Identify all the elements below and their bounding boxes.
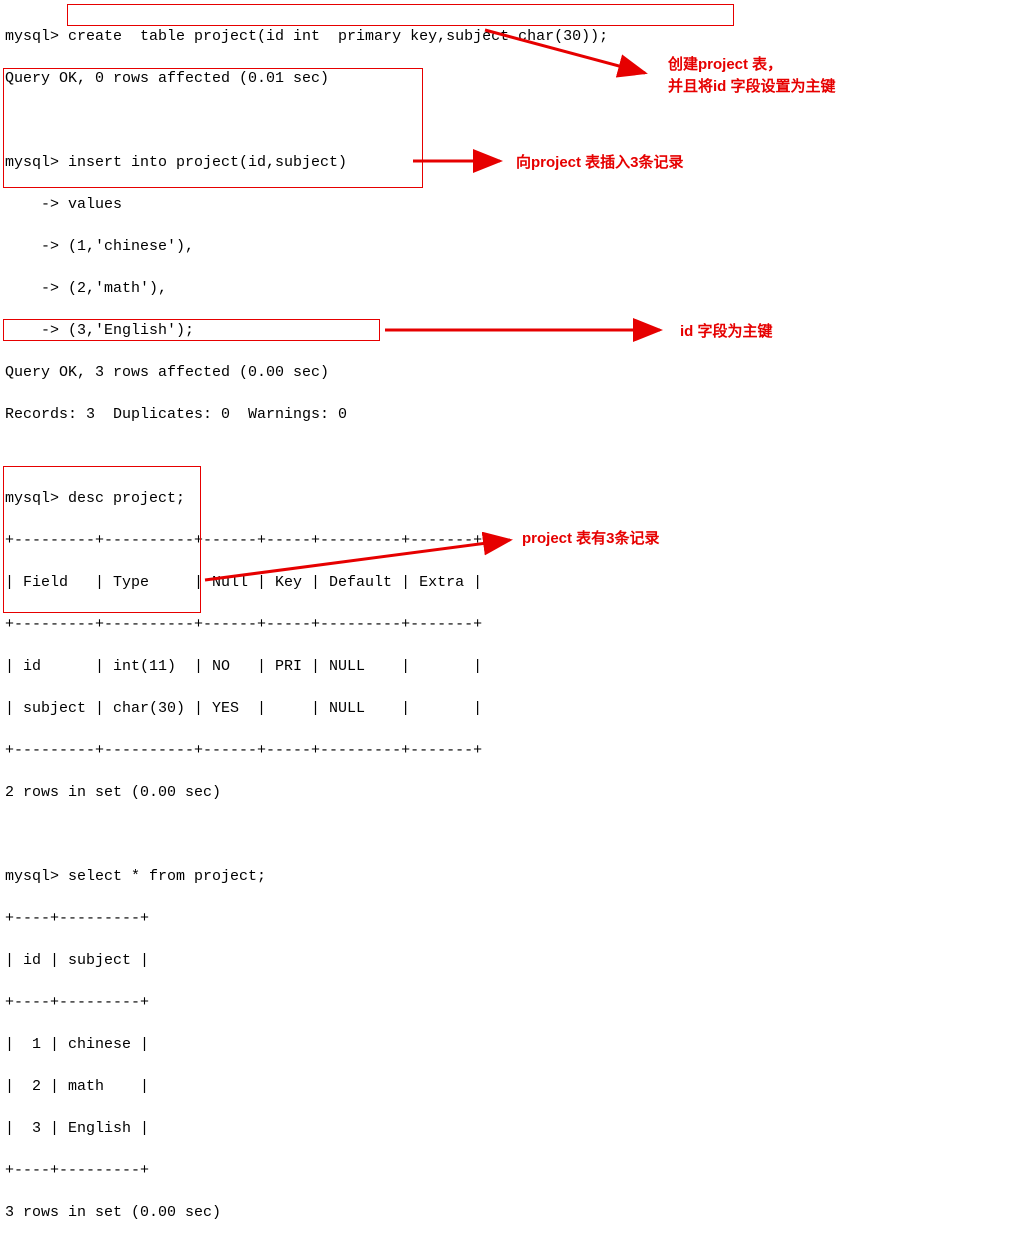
code-line: | 2 | math | xyxy=(5,1076,1026,1097)
annotation-insert: 向project 表插入3条记录 xyxy=(516,152,684,173)
code-line: Records: 3 Duplicates: 0 Warnings: 0 xyxy=(5,404,1026,425)
code-line: +---------+----------+------+-----+-----… xyxy=(5,740,1026,761)
code-line: -> (3,'English'); xyxy=(5,320,1026,341)
code-line: -> (1,'chinese'), xyxy=(5,236,1026,257)
code-line: | id | int(11) | NO | PRI | NULL | | xyxy=(5,656,1026,677)
annotation-create: 创建project 表， xyxy=(668,56,782,73)
code-line: 2 rows in set (0.00 sec) xyxy=(5,782,1026,803)
code-line: 3 rows in set (0.00 sec) xyxy=(5,1202,1026,1223)
code-line: | subject | char(30) | YES | | NULL | | xyxy=(5,698,1026,719)
code-line: -> values xyxy=(5,194,1026,215)
code-line: +----+---------+ xyxy=(5,1160,1026,1181)
annotation-pk: id 字段为主键 xyxy=(680,321,773,342)
code-line: mysql> create table project(id int prima… xyxy=(5,26,1026,47)
code-line: +----+---------+ xyxy=(5,908,1026,929)
code-line: | Field | Type | Null | Key | Default | … xyxy=(5,572,1026,593)
code-line xyxy=(5,824,1026,845)
code-line: | 1 | chinese | xyxy=(5,1034,1026,1055)
code-line: | id | subject | xyxy=(5,950,1026,971)
code-line: +---------+----------+------+-----+-----… xyxy=(5,614,1026,635)
code-line: mysql> desc project; xyxy=(5,488,1026,509)
code-line: Query OK, 3 rows affected (0.00 sec) xyxy=(5,362,1026,383)
code-line: | 3 | English | xyxy=(5,1118,1026,1139)
annotation-create-2: 并且将id 字段设置为主键 xyxy=(668,78,836,95)
terminal-output: mysql> create table project(id int prima… xyxy=(5,5,1026,1244)
code-line: +---------+----------+------+-----+-----… xyxy=(5,530,1026,551)
code-line: Query OK, 0 rows affected (0.01 sec) xyxy=(5,68,1026,89)
code-line xyxy=(5,446,1026,467)
code-line: mysql> select * from project; xyxy=(5,866,1026,887)
annotation-select: project 表有3条记录 xyxy=(522,528,660,549)
code-line: +----+---------+ xyxy=(5,992,1026,1013)
code-line xyxy=(5,110,1026,131)
code-line: -> (2,'math'), xyxy=(5,278,1026,299)
